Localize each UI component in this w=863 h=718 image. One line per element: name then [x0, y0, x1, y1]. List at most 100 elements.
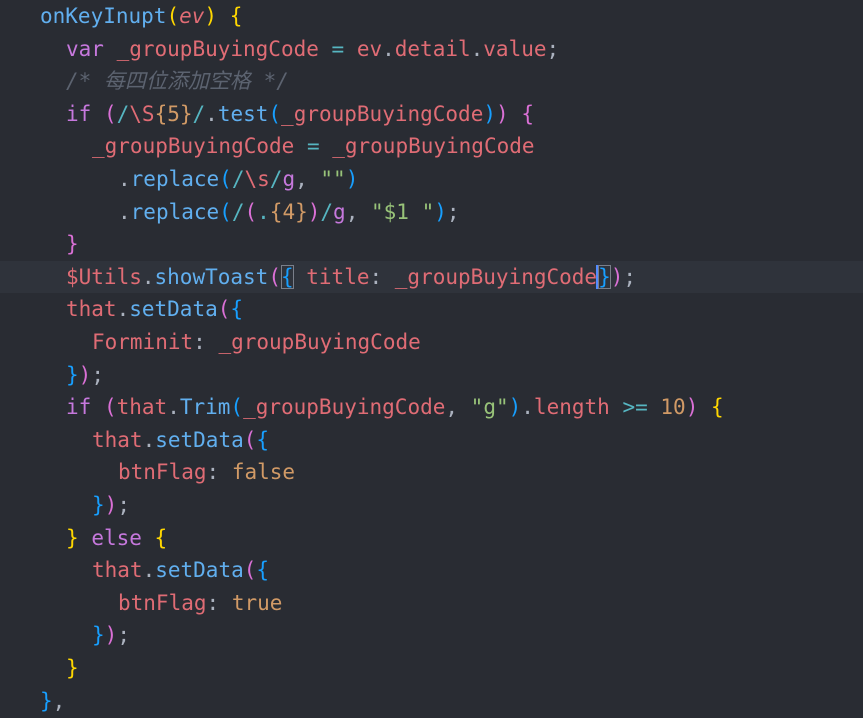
code-token: }	[40, 688, 53, 713]
code-token: .	[205, 101, 218, 126]
code-text: _groupBuyingCode = _groupBuyingCode	[92, 130, 535, 162]
code-line[interactable]: .replace(/\s/g, "")	[0, 163, 863, 195]
code-token: }	[66, 525, 79, 550]
code-token: ,	[295, 167, 321, 191]
code-token: _groupBuyingCode	[319, 134, 535, 159]
code-line[interactable]: that.setData({	[0, 293, 863, 325]
code-token: that	[116, 395, 168, 420]
code-token: value	[483, 36, 547, 61]
code-token: }	[92, 493, 105, 517]
code-token: btnFlag	[118, 590, 207, 615]
code-token: )	[307, 199, 321, 224]
code-line[interactable]: });	[0, 619, 863, 651]
code-token: :	[206, 590, 232, 615]
code-line-current[interactable]: $Utils.showToast({ title: _groupBuyingCo…	[0, 260, 863, 293]
code-line[interactable]: onKeyInupt(ev) {	[0, 0, 863, 32]
code-token: ;	[446, 199, 460, 224]
code-line[interactable]: } else {	[0, 522, 863, 554]
code-token: that	[92, 558, 143, 583]
code-line[interactable]: btnFlag: true	[0, 587, 863, 619]
code-token: (	[244, 199, 258, 224]
code-token: true	[231, 590, 283, 615]
code-token: setData	[129, 297, 218, 322]
code-token: }	[66, 656, 79, 680]
code-token: .	[118, 167, 131, 191]
code-text: that.setData({	[92, 554, 269, 586]
code-token: }	[66, 232, 79, 257]
code-text: that.setData({	[92, 424, 269, 456]
code-token: :	[193, 330, 206, 354]
code-text: });	[66, 359, 104, 391]
code-text: onKeyInupt(ev) {	[40, 0, 242, 32]
code-token: .	[521, 395, 534, 420]
code-line[interactable]: }	[0, 228, 863, 260]
code-token: {	[256, 558, 270, 583]
code-line[interactable]: .replace(/(.{4})/g, "$1 ");	[0, 196, 863, 228]
code-token: .	[470, 36, 484, 61]
code-line[interactable]: Forminit: _groupBuyingCode	[0, 326, 863, 358]
code-token: /	[231, 167, 245, 191]
code-token: >=	[622, 395, 648, 420]
code-text: });	[92, 489, 130, 521]
code-token: g	[282, 167, 296, 191]
code-token: (	[268, 264, 281, 289]
code-token: :	[369, 264, 383, 289]
code-line[interactable]: if (/\S{5}/.test(_groupBuyingCode)) {	[0, 98, 863, 130]
code-token: {	[154, 525, 168, 550]
code-text: if (/\S{5}/.test(_groupBuyingCode)) {	[66, 98, 534, 130]
code-token: (	[217, 297, 231, 322]
code-token: ;	[117, 493, 130, 517]
code-token: var	[66, 36, 104, 61]
code-token: Trim	[179, 395, 231, 420]
code-token: _groupBuyingCode	[382, 264, 598, 289]
code-line[interactable]: var _groupBuyingCode = ev.detail.value;	[0, 33, 863, 65]
code-line[interactable]: /* 每四位添加空格 */	[0, 65, 863, 97]
code-token: ;	[91, 362, 104, 387]
code-token: g	[333, 199, 346, 224]
code-line[interactable]: });	[0, 359, 863, 391]
code-token: {	[229, 4, 243, 28]
code-token: if	[66, 395, 92, 420]
code-text: var _groupBuyingCode = ev.detail.value;	[66, 33, 559, 65]
code-editor[interactable]: onKeyInupt(ev) {var _groupBuyingCode = e…	[0, 0, 863, 718]
code-token: /	[231, 199, 245, 224]
code-token: else	[91, 525, 142, 550]
code-line[interactable]: },	[0, 685, 863, 717]
code-token: _groupBuyingCode	[281, 101, 484, 126]
code-token: )	[610, 264, 624, 289]
code-token: /* 每四位添加空格 */	[66, 69, 289, 94]
code-token: )	[434, 199, 447, 224]
code-token: {5}	[154, 101, 193, 126]
code-text: btnFlag: false	[118, 456, 295, 488]
code-token: setData	[155, 558, 244, 583]
code-line[interactable]: if (that.Trim(_groupBuyingCode, "g").len…	[0, 391, 863, 423]
code-token: )	[496, 101, 509, 126]
code-line[interactable]: that.setData({	[0, 424, 863, 456]
code-token: replace	[130, 199, 220, 224]
code-token: _groupBuyingCode	[103, 36, 332, 61]
code-token: )	[104, 623, 118, 648]
code-line[interactable]: });	[0, 489, 863, 521]
code-token: )	[508, 395, 522, 420]
code-line[interactable]: _groupBuyingCode = _groupBuyingCode	[0, 130, 863, 162]
code-token: 10	[660, 395, 686, 420]
code-token: \S	[129, 101, 155, 126]
code-token: if	[66, 101, 92, 126]
code-token: /	[269, 167, 283, 191]
code-token: (	[243, 558, 257, 583]
code-text: }	[66, 228, 79, 260]
code-line[interactable]: that.setData({	[0, 554, 863, 586]
code-text: if (that.Trim(_groupBuyingCode, "g").len…	[66, 391, 724, 423]
code-line[interactable]: btnFlag: false	[0, 456, 863, 488]
code-token: (	[268, 101, 282, 126]
code-token: /	[192, 101, 206, 126]
code-token: btnFlag	[118, 460, 207, 485]
code-token: =	[331, 36, 345, 61]
code-line[interactable]: }	[0, 652, 863, 684]
code-token: that	[92, 427, 143, 452]
code-token: )	[204, 4, 218, 28]
code-token: )	[78, 362, 92, 387]
code-token: .	[382, 36, 395, 61]
